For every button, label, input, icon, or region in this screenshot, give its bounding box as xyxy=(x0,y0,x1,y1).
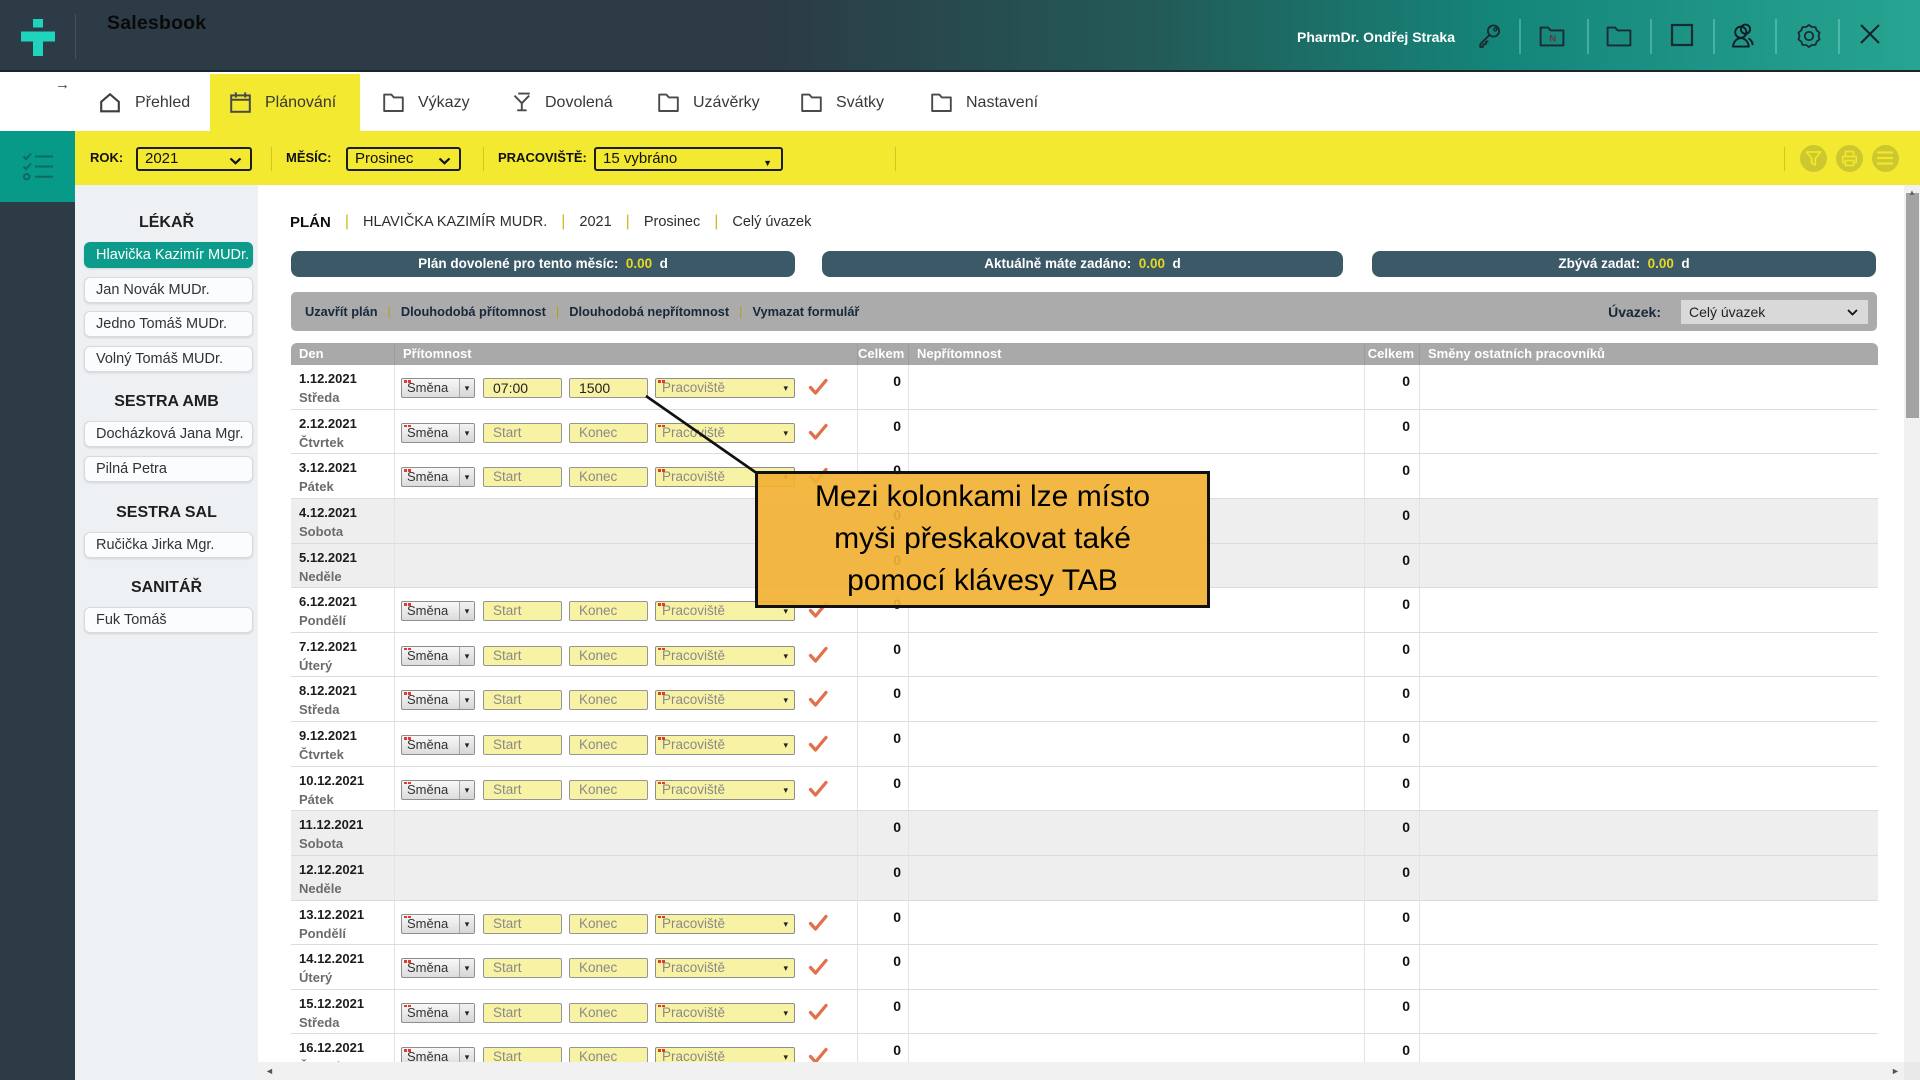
svg-text:N: N xyxy=(1549,33,1556,44)
